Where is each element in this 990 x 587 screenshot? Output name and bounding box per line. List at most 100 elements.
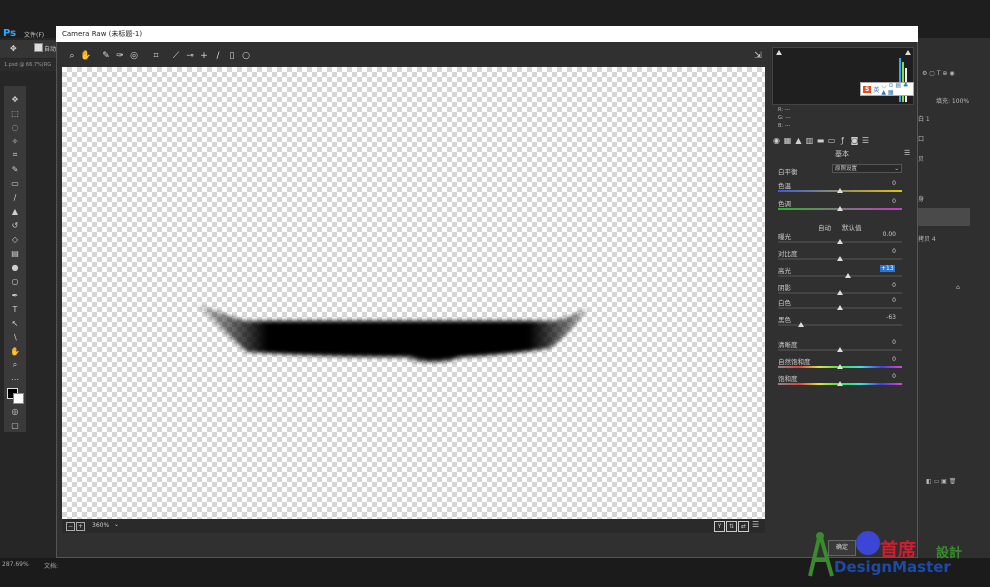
- blur-icon[interactable]: ●: [9, 262, 21, 272]
- zoom-dropdown-icon[interactable]: ⌄: [114, 521, 119, 528]
- open-preferences-icon[interactable]: ⇲: [752, 50, 764, 62]
- copy-settings-icon[interactable]: ⇄: [738, 521, 749, 532]
- white-balance-icon[interactable]: ✎: [100, 50, 112, 62]
- layer-name[interactable]: 身: [918, 194, 924, 203]
- path-select-icon[interactable]: ↖: [9, 318, 21, 328]
- hand-icon[interactable]: ✋: [9, 346, 21, 356]
- line-icon[interactable]: ∖: [9, 332, 21, 342]
- spot-removal-icon[interactable]: ⊸: [184, 50, 196, 62]
- color-sampler-icon[interactable]: ✑: [114, 50, 126, 62]
- eyedropper-icon[interactable]: ✎: [9, 164, 21, 174]
- white-balance-select[interactable]: 原照设置 ⌄: [832, 164, 902, 173]
- lasso-icon[interactable]: ◌: [9, 122, 21, 132]
- red-eye-icon[interactable]: +: [198, 50, 210, 62]
- blacks-slider-thumb[interactable]: [797, 322, 804, 327]
- zoom-level[interactable]: 360%: [92, 522, 109, 529]
- zoom-in-button[interactable]: +: [76, 522, 85, 531]
- hsl-tab-icon[interactable]: ▥: [805, 136, 814, 145]
- straighten-icon[interactable]: ⟋: [170, 50, 182, 62]
- blacks-value[interactable]: -63: [852, 314, 896, 321]
- dodge-icon[interactable]: ○: [9, 276, 21, 286]
- shadows-slider-thumb[interactable]: [837, 290, 843, 295]
- panel-menu-icon[interactable]: ☰: [904, 149, 910, 157]
- presets-tab-icon[interactable]: ☰: [861, 136, 870, 145]
- tint-slider-thumb[interactable]: [837, 206, 843, 211]
- radial-filter-icon[interactable]: ○: [240, 50, 252, 62]
- adjustment-brush-icon[interactable]: ∕: [212, 50, 224, 62]
- highlights-slider-track[interactable]: [778, 275, 902, 277]
- clarity-slider-thumb[interactable]: [837, 347, 843, 352]
- ime-toolbar[interactable]: S 英 ◡ ⊙ ▤ ♣ ▲ ▦: [860, 82, 914, 96]
- before-after-y-icon[interactable]: Y: [714, 521, 725, 532]
- image-preview[interactable]: [62, 67, 765, 519]
- temperature-slider-thumb[interactable]: [837, 188, 843, 193]
- swap-icon[interactable]: ⇅: [726, 521, 737, 532]
- layer-name[interactable]: 口: [918, 134, 924, 143]
- hand-icon[interactable]: ✋: [80, 50, 92, 62]
- zoom-icon[interactable]: ⌕: [9, 360, 21, 370]
- highlights-slider-thumb[interactable]: [845, 273, 852, 278]
- background-color-swatch[interactable]: [13, 393, 24, 404]
- eraser-icon[interactable]: ◇: [9, 234, 21, 244]
- layer-name[interactable]: 贝: [918, 154, 924, 163]
- layer-name[interactable]: 拷贝 4: [918, 234, 936, 243]
- shadows-value[interactable]: 0: [852, 282, 896, 289]
- highlights-value[interactable]: +13: [880, 265, 895, 272]
- ime-lang[interactable]: 英: [873, 85, 879, 94]
- lens-tab-icon[interactable]: ▭: [827, 136, 836, 145]
- quick-mask-icon[interactable]: ◎: [9, 406, 21, 416]
- clarity-value[interactable]: 0: [852, 339, 896, 346]
- move-icon[interactable]: ✥: [10, 44, 17, 53]
- basic-tab-icon[interactable]: ◉: [772, 136, 781, 145]
- ime-brand-icon[interactable]: S: [863, 85, 872, 93]
- graduated-filter-icon[interactable]: ▯: [226, 50, 238, 62]
- highlight-clipping-icon[interactable]: [905, 50, 911, 55]
- split-toning-tab-icon[interactable]: ▬: [816, 136, 825, 145]
- tone-curve-tab-icon[interactable]: ▦: [783, 136, 792, 145]
- contrast-value[interactable]: 0: [852, 248, 896, 255]
- lock-icon[interactable]: ⌂: [956, 284, 960, 291]
- auto-select-checkbox[interactable]: [34, 43, 43, 52]
- menu-file[interactable]: 文件(F): [24, 30, 44, 39]
- history-brush-icon[interactable]: ↺: [9, 220, 21, 230]
- shadow-clipping-icon[interactable]: [776, 50, 782, 55]
- layer-name[interactable]: 白 1: [918, 114, 930, 123]
- zoom-icon[interactable]: ⌕: [66, 50, 78, 62]
- whites-slider-thumb[interactable]: [837, 305, 843, 310]
- healing-icon[interactable]: ▭: [9, 178, 21, 188]
- exposure-slider-thumb[interactable]: [837, 239, 843, 244]
- screen-mode-icon[interactable]: ▢: [9, 420, 21, 430]
- selected-layer-row[interactable]: [916, 208, 970, 226]
- fx-tab-icon[interactable]: ƒ: [838, 136, 847, 145]
- tint-value[interactable]: 0: [852, 198, 896, 205]
- more-tools-icon[interactable]: ⋯: [9, 374, 21, 384]
- crop-icon[interactable]: ⌗: [9, 150, 21, 160]
- camera-calibration-tab-icon[interactable]: ◙: [850, 136, 859, 145]
- vibrance-value[interactable]: 0: [852, 356, 896, 363]
- default-button[interactable]: 默认值: [842, 222, 862, 232]
- temperature-value[interactable]: 0: [852, 180, 896, 187]
- magic-wand-icon[interactable]: ✧: [9, 136, 21, 146]
- zoom-out-button[interactable]: −: [66, 522, 75, 531]
- contrast-slider-thumb[interactable]: [837, 256, 843, 261]
- document-tab[interactable]: 1.psd @ 66.7%(RG: [0, 59, 56, 71]
- detail-tab-icon[interactable]: ▲: [794, 136, 803, 145]
- auto-button[interactable]: 自动: [818, 222, 831, 232]
- type-icon[interactable]: T: [9, 304, 21, 314]
- stamp-icon[interactable]: ▲: [9, 206, 21, 216]
- crop-icon[interactable]: ⌗: [150, 50, 162, 62]
- exposure-value[interactable]: 0.00: [852, 231, 896, 238]
- settings-icon[interactable]: ☰: [752, 520, 759, 529]
- move-icon[interactable]: ✥: [9, 94, 21, 104]
- pen-icon[interactable]: ✒: [9, 290, 21, 300]
- gradient-icon[interactable]: ▤: [9, 248, 21, 258]
- saturation-value[interactable]: 0: [852, 373, 896, 380]
- whites-value[interactable]: 0: [852, 297, 896, 304]
- marquee-icon[interactable]: ⬚: [9, 108, 21, 118]
- target-adjust-icon[interactable]: ◎: [128, 50, 140, 62]
- vibrance-slider-thumb[interactable]: [837, 364, 843, 369]
- saturation-slider-thumb[interactable]: [837, 381, 843, 386]
- layer-actions-icon[interactable]: ◧ ▭ ▣ 🗑: [926, 478, 956, 485]
- brush-icon[interactable]: ∕: [9, 192, 21, 202]
- panel-icons[interactable]: ⚙ ▢ T ⊕ ◉: [922, 70, 955, 77]
